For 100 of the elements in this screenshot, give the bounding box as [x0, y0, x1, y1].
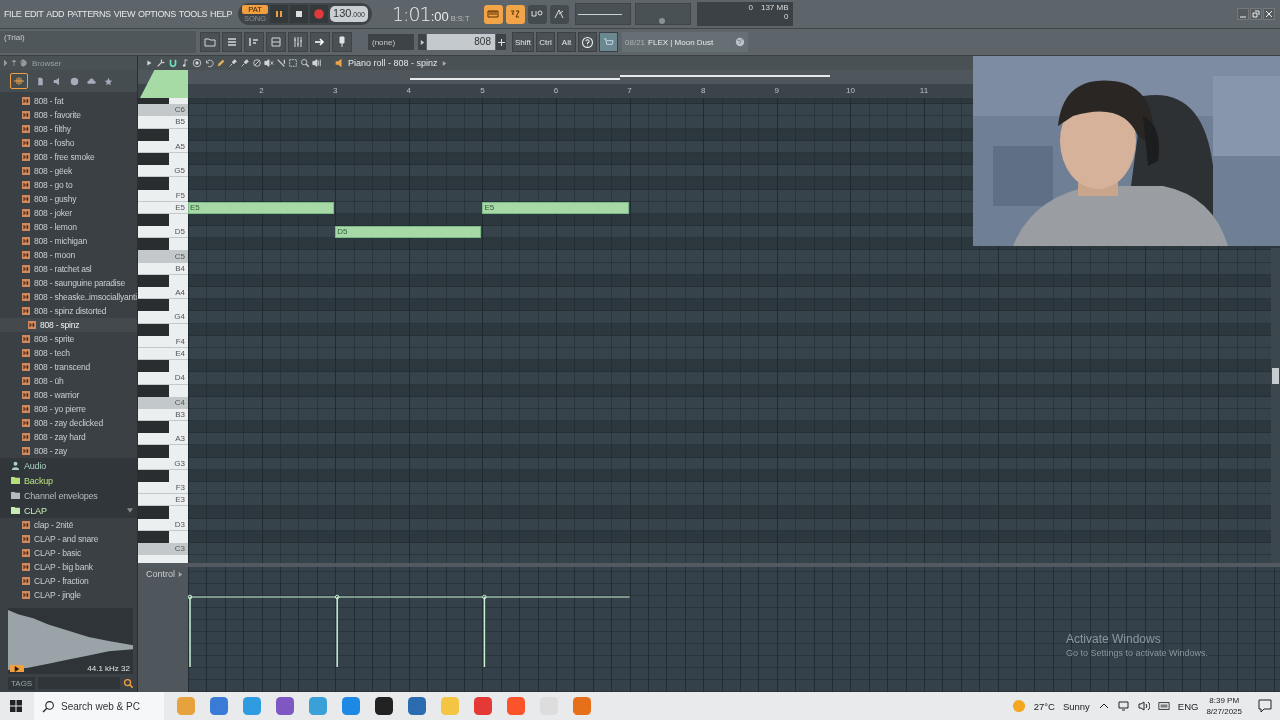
control-label[interactable]: Control	[146, 569, 175, 579]
piano-key[interactable]: D4	[138, 372, 188, 385]
sample-item[interactable]: 808 - zay declicked	[0, 416, 137, 430]
master-pitch-slider[interactable]	[634, 3, 691, 25]
sample-item[interactable]: CLAP - and snare	[0, 532, 137, 546]
pattern-selector[interactable]: 808	[418, 34, 506, 50]
pattern-name[interactable]: 808	[427, 34, 495, 50]
piano-roll-title[interactable]: Piano roll - 808 - spinz	[348, 58, 438, 68]
sample-item[interactable]: CLAP - fraction	[0, 574, 137, 588]
folder-item[interactable]: Backup	[0, 473, 137, 488]
stop-icon[interactable]	[294, 9, 305, 19]
modifier-key[interactable]: Alt	[557, 32, 576, 52]
corner-tab[interactable]	[140, 70, 188, 98]
sample-item[interactable]: 808 - spinz distorted	[0, 304, 137, 318]
vertical-scrollbar[interactable]	[1271, 248, 1280, 563]
brush-icon[interactable]	[228, 58, 238, 68]
sample-item[interactable]: 808 - sprite	[0, 332, 137, 346]
caret-icon[interactable]	[178, 572, 183, 577]
undo-icon[interactable]	[204, 58, 214, 68]
sample-item[interactable]: clap - 2nitē	[0, 518, 137, 532]
taskbar-search-field[interactable]: Search web & PC	[34, 692, 164, 720]
network-icon[interactable]	[1117, 700, 1130, 712]
magnet-icon[interactable]	[168, 58, 178, 68]
star-icon[interactable]	[104, 76, 113, 86]
note-icon[interactable]	[180, 58, 190, 68]
note-grid[interactable]: E5 D5 E5	[188, 98, 1280, 563]
sample-item[interactable]: 808 - lemon	[0, 220, 137, 234]
play-icon[interactable]	[144, 58, 154, 68]
piano-key[interactable]: A4	[138, 287, 188, 300]
sample-item[interactable]: 808 - filthy	[0, 122, 137, 136]
menu-item[interactable]: PATTERNS	[67, 9, 111, 19]
folder-item[interactable]: CLAP	[0, 503, 137, 518]
scrollbar-thumb[interactable]	[410, 78, 620, 80]
clock-time[interactable]: 8:39 PM	[1209, 695, 1240, 706]
notification-icon[interactable]	[1258, 699, 1272, 713]
pause-button[interactable]	[270, 5, 289, 23]
sample-item[interactable]: 808 - free smoke	[0, 150, 137, 164]
sample-item[interactable]: 808 - zay	[0, 444, 137, 458]
menu-item[interactable]: TOOLS	[178, 9, 208, 19]
brush-icon[interactable]	[240, 58, 250, 68]
menu-item[interactable]: OPTIONS	[138, 9, 176, 19]
weather-text[interactable]: Sunny	[1062, 700, 1090, 712]
sample-item[interactable]: CLAP - big bank	[0, 560, 137, 574]
cart-button[interactable]	[599, 32, 618, 52]
velocity-bar[interactable]	[188, 594, 336, 667]
app-icon[interactable]	[372, 694, 396, 718]
sample-item[interactable]: CLAP - jingle	[0, 588, 137, 602]
document-icon[interactable]	[36, 76, 45, 86]
piano-key[interactable]: F3	[138, 482, 188, 495]
keyboard-icon[interactable]	[1157, 700, 1170, 712]
folder-item[interactable]: Audio	[0, 458, 137, 473]
pause-icon[interactable]	[274, 9, 285, 19]
sample-item[interactable]: 808 - joker	[0, 206, 137, 220]
search-icon[interactable]	[42, 699, 55, 713]
scrollbar-thumb[interactable]	[620, 75, 830, 77]
caret-icon[interactable]	[419, 39, 425, 45]
sample-item[interactable]: 808 - sheaske..imsociallyanti	[0, 290, 137, 304]
piano-key[interactable]: B5	[138, 116, 188, 129]
sample-item[interactable]: 808 - spinz	[0, 318, 137, 332]
add-pattern-button[interactable]	[496, 34, 506, 50]
slice-icon[interactable]	[276, 58, 286, 68]
sample-item[interactable]: 808 - yo pierre	[0, 402, 137, 416]
sample-item[interactable]: 808 - zay hard	[0, 430, 137, 444]
language-indicator[interactable]: ENG	[1177, 700, 1199, 712]
sample-item[interactable]: 808 - ratchet asl	[0, 262, 137, 276]
volume-icon[interactable]	[1137, 700, 1150, 712]
sample-item[interactable]: 808 - go to	[0, 178, 137, 192]
scrollbar-thumb[interactable]	[1272, 368, 1279, 384]
temperature[interactable]: 27°C	[1033, 700, 1055, 712]
slider-thumb[interactable]	[658, 18, 665, 24]
pencil-icon[interactable]	[216, 58, 226, 68]
menu-item[interactable]: FILE	[4, 9, 22, 19]
browser-nav-icon[interactable]	[4, 59, 28, 67]
menu-item[interactable]: EDIT	[24, 9, 44, 19]
sample-item[interactable]: 808 - tech	[0, 346, 137, 360]
sample-item[interactable]: 808 - warrior	[0, 388, 137, 402]
piano-key[interactable]: E3	[138, 494, 188, 507]
all-filter-icon[interactable]	[10, 73, 28, 89]
folder-item[interactable]: Channel envelopes	[0, 488, 137, 503]
menu-item[interactable]: VIEW	[113, 9, 136, 19]
select-icon[interactable]	[288, 58, 298, 68]
piano-key[interactable]: C5	[138, 250, 188, 263]
speaker-icon[interactable]	[312, 58, 322, 68]
piano-key[interactable]: G4	[138, 311, 188, 324]
piano-key[interactable]: C6	[138, 104, 188, 117]
sample-item[interactable]: 808 - saunguine paradise	[0, 276, 137, 290]
snap-dropdown[interactable]: (none)	[368, 34, 414, 50]
speaker-icon[interactable]	[334, 58, 344, 68]
modifier-key[interactable]: Shift	[512, 32, 534, 52]
previous-pattern-button[interactable]	[418, 34, 426, 50]
stop-button[interactable]	[290, 5, 309, 23]
velocity-bar[interactable]	[334, 594, 483, 667]
piano-key[interactable]: G5	[138, 165, 188, 178]
sample-item[interactable]: 808 - ūh	[0, 374, 137, 388]
mute-icon[interactable]	[264, 58, 274, 68]
zoom-icon[interactable]	[300, 58, 310, 68]
caret-icon[interactable]	[441, 60, 447, 66]
sample-item[interactable]: CLAP - basic	[0, 546, 137, 560]
sample-item[interactable]: 808 - transcend	[0, 360, 137, 374]
stamp-icon[interactable]	[192, 58, 202, 68]
